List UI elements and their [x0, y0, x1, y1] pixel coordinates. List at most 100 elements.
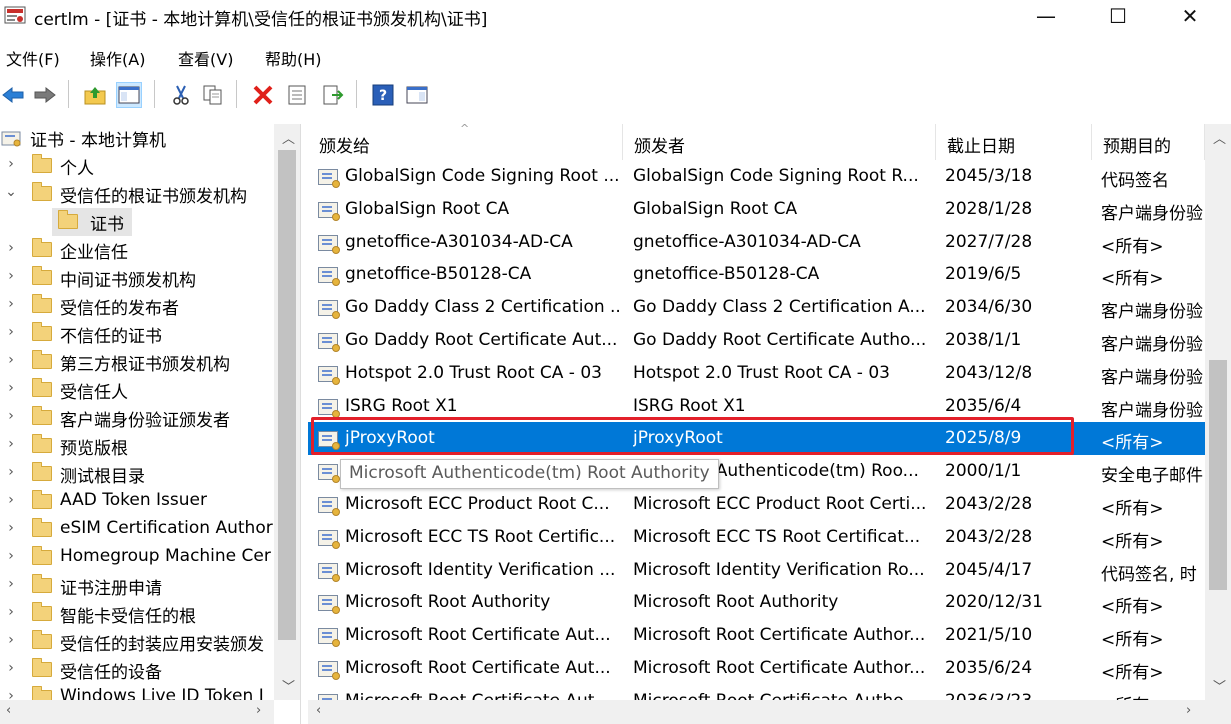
expand-caret-icon[interactable]: ›: [4, 156, 18, 172]
expand-caret-icon[interactable]: ›: [4, 352, 18, 368]
tree-item-esim-certification[interactable]: › eSIM Certification Author: [0, 516, 274, 544]
tree-vertical-scrollbar[interactable]: ︿ ﹀: [274, 124, 300, 700]
properties-icon[interactable]: [284, 82, 310, 108]
copy-icon[interactable]: [200, 82, 226, 108]
table-row[interactable]: Go Daddy Root Certificate Aut... Go Daddy…: [308, 324, 1205, 357]
tree-item-trusted-people[interactable]: › 受信任人: [0, 376, 274, 404]
tree-item-trusted-publishers[interactable]: › 受信任的发布者: [0, 292, 274, 320]
scroll-right-icon[interactable]: ›: [1186, 703, 1191, 718]
issued-by-cell: gnetoffice-B50128-CA: [633, 264, 820, 285]
show-hide-console-tree-icon[interactable]: [116, 82, 142, 108]
tree-item-personal[interactable]: › 个人: [0, 152, 274, 180]
expand-caret-icon[interactable]: ›: [4, 324, 18, 340]
table-row[interactable]: GlobalSign Root CA GlobalSign Root CA 2028…: [308, 193, 1205, 226]
expand-caret-icon[interactable]: ›: [4, 408, 18, 424]
purposes-cell: <所有>: [1101, 269, 1164, 290]
expand-caret-icon[interactable]: ›: [4, 520, 18, 536]
scroll-left-icon[interactable]: ‹: [316, 703, 321, 718]
expand-caret-icon[interactable]: ›: [4, 296, 18, 312]
table-row[interactable]: Microsoft ECC Product Root C... Microsoft…: [308, 488, 1205, 521]
scroll-down-icon[interactable]: ﹀: [1213, 676, 1226, 695]
delete-icon[interactable]: [250, 82, 276, 108]
expand-caret-icon[interactable]: ›: [4, 380, 18, 396]
tree-item-enterprise-trust[interactable]: › 企业信任: [0, 236, 274, 264]
scrollbar-thumb[interactable]: [1209, 360, 1227, 590]
tree-item-smart-card-roots[interactable]: › 智能卡受信任的根: [0, 600, 274, 628]
close-button[interactable]: ✕: [1154, 0, 1226, 32]
tree-item-homegroup-machine[interactable]: › Homegroup Machine Cer: [0, 544, 274, 572]
tree-item-test-roots[interactable]: › 测试根目录: [0, 460, 274, 488]
maximize-button[interactable]: ☐: [1082, 0, 1154, 32]
tree-item-enrollment-requests[interactable]: › 证书注册申请: [0, 572, 274, 600]
table-row[interactable]: Microsoft Root Certificate Aut... Microso…: [308, 685, 1205, 700]
expand-caret-icon[interactable]: ›: [4, 548, 18, 564]
table-row[interactable]: Microsoft Root Authority Microsoft Root A…: [308, 586, 1205, 619]
tree-root[interactable]: 证书 - 本地计算机: [0, 124, 274, 152]
expand-caret-icon[interactable]: ›: [4, 632, 18, 648]
table-row[interactable]: Go Daddy Class 2 Certification ... Go Dad…: [308, 291, 1205, 324]
tree-item-third-party-root[interactable]: › 第三方根证书颁发机构: [0, 348, 274, 376]
scroll-up-icon[interactable]: ︿: [282, 128, 295, 147]
expand-caret-icon[interactable]: ›: [4, 604, 18, 620]
certificate-icon: [318, 201, 340, 221]
expand-caret-icon[interactable]: ›: [4, 240, 18, 256]
collapse-caret-icon[interactable]: ⌄: [4, 184, 18, 200]
table-row[interactable]: GlobalSign Code Signing Root ... GlobalSi…: [308, 160, 1205, 193]
tree-horizontal-scrollbar[interactable]: ‹ ›: [0, 700, 274, 724]
expiration-cell: 2043/2/28: [945, 494, 1033, 514]
menu-file[interactable]: 文件(F): [6, 46, 60, 70]
tree-item-trusted-root[interactable]: ⌄ 受信任的根证书颁发机构: [0, 180, 274, 208]
expand-caret-icon[interactable]: ›: [4, 268, 18, 284]
folder-icon: [32, 322, 52, 341]
show-hide-action-pane-icon[interactable]: [404, 82, 430, 108]
tree-item-aad-token-issuer[interactable]: › AAD Token Issuer: [0, 488, 274, 516]
scroll-right-icon[interactable]: ›: [256, 703, 261, 718]
tree-item-client-auth-issuers[interactable]: › 客户端身份验证颁发者: [0, 404, 274, 432]
tree-item-untrusted[interactable]: › 不信任的证书: [0, 320, 274, 348]
table-row[interactable]: Microsoft Identity Verification ... Micro…: [308, 554, 1205, 587]
table-row[interactable]: Microsoft Root Certificate Aut... Microso…: [308, 652, 1205, 685]
certificate-icon: [318, 300, 340, 320]
table-row[interactable]: Microsoft Root Certificate Aut... Microso…: [308, 619, 1205, 652]
expand-caret-icon[interactable]: ›: [4, 660, 18, 676]
list-horizontal-scrollbar[interactable]: ‹ ›: [308, 700, 1231, 724]
tree-item-trusted-devices[interactable]: › 受信任的设备: [0, 656, 274, 684]
back-icon[interactable]: [0, 82, 26, 108]
expand-caret-icon[interactable]: ›: [4, 576, 18, 592]
scroll-left-icon[interactable]: ‹: [6, 703, 11, 718]
minimize-button[interactable]: —: [1010, 0, 1082, 32]
tree-item-label: 客户端身份验证颁发者: [60, 411, 230, 431]
table-row[interactable]: gnetoffice-A301034-AD-CA gnetoffice-A3010…: [308, 226, 1205, 259]
tree-item-intermediate-ca[interactable]: › 中间证书颁发机构: [0, 264, 274, 292]
menu-help[interactable]: 帮助(H): [265, 46, 322, 70]
expand-caret-icon[interactable]: ›: [4, 464, 18, 480]
tree-item-certificates[interactable]: 证书: [52, 208, 132, 236]
folder-icon: [32, 574, 52, 593]
tree-item-windows-live-id[interactable]: › Windows Live ID Token I: [0, 684, 274, 700]
cut-icon[interactable]: [168, 82, 194, 108]
forward-icon[interactable]: [32, 82, 58, 108]
export-list-icon[interactable]: [320, 82, 346, 108]
list-vertical-scrollbar[interactable]: ︿ ﹀: [1205, 124, 1231, 700]
table-row[interactable]: Microsoft ECC TS Root Certific... Microso…: [308, 521, 1205, 554]
column-header-purposes[interactable]: 预期目的: [1092, 124, 1205, 160]
table-row[interactable]: ISRG Root X1 ISRG Root X1 2035/6/4 客户端身份验: [308, 390, 1205, 423]
column-header-issued-by[interactable]: 颁发者: [623, 124, 936, 160]
column-header-expiration[interactable]: 截止日期: [936, 124, 1092, 160]
up-folder-icon[interactable]: [82, 82, 108, 108]
tree-item-preview-build-roots[interactable]: › 预览版根: [0, 432, 274, 460]
expand-caret-icon[interactable]: ›: [4, 688, 18, 700]
expand-caret-icon[interactable]: ›: [4, 492, 18, 508]
expand-caret-icon[interactable]: ›: [4, 436, 18, 452]
table-row[interactable]: Hotspot 2.0 Trust Root CA - 03 Hotspot 2.…: [308, 357, 1205, 390]
menu-view[interactable]: 查看(V): [178, 46, 233, 70]
table-row[interactable]: gnetoffice-B50128-CA gnetoffice-B50128-CA…: [308, 258, 1205, 291]
scrollbar-thumb[interactable]: [278, 150, 296, 640]
folder-icon: [32, 518, 52, 537]
scroll-down-icon[interactable]: ﹀: [282, 676, 295, 695]
tree-item-packaged-app-issuers[interactable]: › 受信任的封装应用安装颁发: [0, 628, 274, 656]
menu-action[interactable]: 操作(A): [90, 46, 145, 70]
help-icon[interactable]: ?: [370, 82, 396, 108]
scroll-up-icon[interactable]: ︿: [1213, 128, 1226, 147]
table-row[interactable]: jProxyRoot jProxyRoot 2025/8/9 <所有>: [308, 422, 1205, 456]
